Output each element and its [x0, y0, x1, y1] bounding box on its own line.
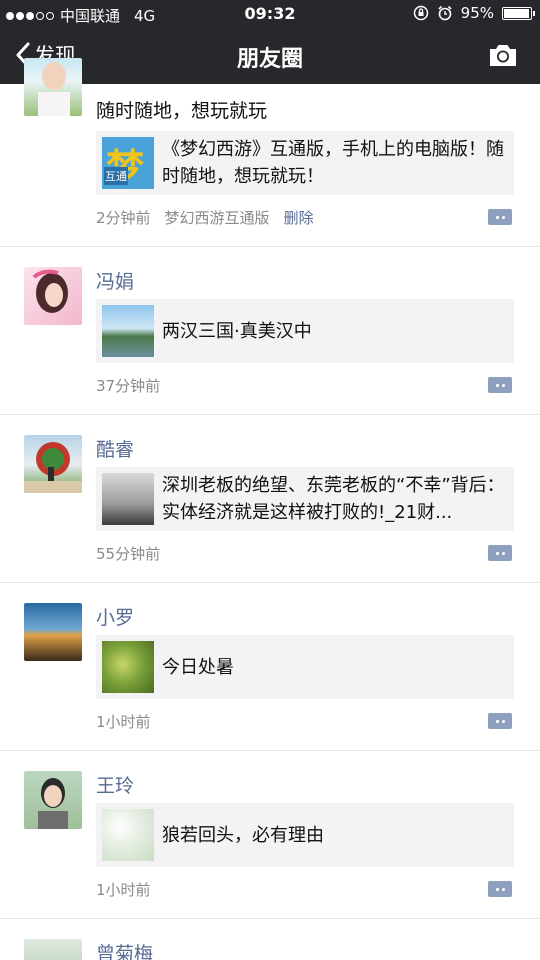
- link-card[interactable]: 狼若回头，必有理由: [96, 803, 514, 867]
- link-card[interactable]: 今日处暑: [96, 635, 514, 699]
- moment-post: 曾菊梅: [0, 919, 540, 960]
- author-name[interactable]: 冯娟: [96, 267, 134, 294]
- link-thumbnail: [102, 641, 154, 693]
- author-name[interactable]: 曾菊梅: [96, 939, 153, 960]
- post-meta: 2分钟前 梦幻西游互通版 删除: [96, 207, 314, 228]
- avatar[interactable]: [24, 435, 82, 493]
- moment-post: 随时随地，想玩就玩 梦 互通 《梦幻西游》互通版，手机上的电脑版！随时随地，想玩…: [0, 58, 540, 247]
- post-source[interactable]: 梦幻西游互通版: [165, 207, 270, 228]
- moment-post: 冯娟 两汉三国·真美汉中 37分钟前: [0, 247, 540, 415]
- comment-button[interactable]: [488, 545, 512, 561]
- post-meta: 37分钟前: [96, 375, 160, 396]
- comment-button[interactable]: [488, 713, 512, 729]
- avatar[interactable]: [24, 603, 82, 661]
- link-thumbnail: 梦 互通: [102, 137, 154, 189]
- link-card[interactable]: 梦 互通 《梦幻西游》互通版，手机上的电脑版！随时随地，想玩就玩！: [96, 131, 514, 195]
- author-name[interactable]: 小罗: [96, 603, 134, 630]
- comment-button[interactable]: [488, 377, 512, 393]
- thumb-sub: 互通: [104, 167, 128, 185]
- moments-feed: 随时随地，想玩就玩 梦 互通 《梦幻西游》互通版，手机上的电脑版！随时随地，想玩…: [0, 58, 540, 960]
- moment-post: 王玲 狼若回头，必有理由 1小时前: [0, 751, 540, 919]
- post-meta: 1小时前: [96, 879, 151, 900]
- status-right: 95%: [413, 4, 535, 22]
- author-name[interactable]: 王玲: [96, 771, 134, 798]
- battery-percent: 95%: [460, 4, 494, 22]
- link-title: 《梦幻西游》互通版，手机上的电脑版！随时随地，想玩就玩！: [162, 139, 504, 187]
- avatar[interactable]: [24, 58, 82, 116]
- alarm-icon: [438, 5, 452, 21]
- post-time: 37分钟前: [96, 377, 161, 395]
- avatar[interactable]: [24, 771, 82, 829]
- post-time: 1小时前: [96, 881, 151, 899]
- link-thumbnail: [102, 473, 154, 525]
- moment-post: 酷睿 深圳老板的绝望、东莞老板的“不幸”背后：实体经济就是这样被打败的!_21财…: [0, 415, 540, 583]
- link-card[interactable]: 深圳老板的绝望、东莞老板的“不幸”背后：实体经济就是这样被打败的!_21财...: [96, 467, 514, 531]
- avatar[interactable]: [24, 267, 82, 325]
- status-bar: 中国联通 4G 09:32 95%: [0, 0, 540, 28]
- comment-button[interactable]: [488, 209, 512, 225]
- post-time: 2分钟前: [96, 209, 151, 227]
- comment-button[interactable]: [488, 881, 512, 897]
- camera-button[interactable]: [488, 42, 518, 72]
- link-thumbnail: [102, 809, 154, 861]
- link-title: 两汉三国·真美汉中: [162, 320, 312, 342]
- moment-post: 小罗 今日处暑 1小时前: [0, 583, 540, 751]
- link-thumbnail: [102, 305, 154, 357]
- link-title: 今日处暑: [162, 656, 234, 678]
- camera-icon: [490, 45, 516, 66]
- link-card[interactable]: 两汉三国·真美汉中: [96, 299, 514, 363]
- post-meta: 55分钟前: [96, 543, 160, 564]
- post-time: 1小时前: [96, 713, 151, 731]
- post-text: 随时随地，想玩就玩: [96, 100, 268, 122]
- orientation-lock-icon: [413, 5, 428, 21]
- post-time: 55分钟前: [96, 545, 161, 563]
- post-meta: 1小时前: [96, 711, 151, 732]
- delete-link[interactable]: 删除: [284, 207, 314, 228]
- battery-icon: [502, 6, 535, 20]
- link-title: 狼若回头，必有理由: [162, 824, 324, 846]
- author-name[interactable]: 酷睿: [96, 435, 134, 462]
- avatar[interactable]: [24, 939, 82, 960]
- link-title: 深圳老板的绝望、东莞老板的“不幸”背后：实体经济就是这样被打败的!_21财...: [162, 475, 505, 523]
